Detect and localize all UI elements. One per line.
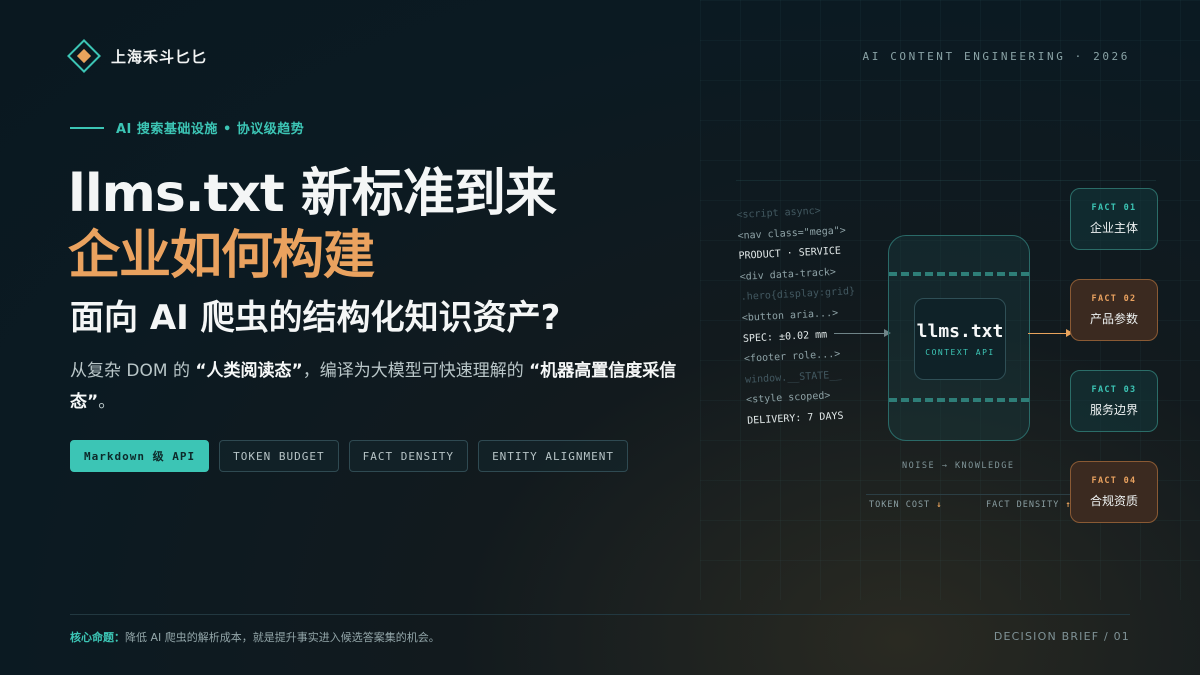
description-part-2: ，编译为大模型可快速理解的: [302, 361, 530, 381]
engine-dash-top: [889, 272, 1029, 276]
footer-key-text: 降低 AI 爬虫的解析成本，就是提升事实进入候选答案集的机会。: [125, 631, 440, 644]
tag-markdown-api[interactable]: Markdown 级 API: [70, 440, 210, 472]
fact-label: 产品参数: [1089, 311, 1138, 326]
fact-label: 服务边界: [1089, 402, 1138, 417]
llms-txt-core: llms.txt CONTEXT API: [914, 298, 1006, 380]
fact-id: FACT 03: [1091, 384, 1137, 395]
tag-token-budget[interactable]: TOKEN BUDGET: [219, 440, 339, 472]
arrow-down-icon: ↓: [936, 500, 943, 510]
fact-id: FACT 01: [1091, 202, 1137, 213]
diamond-logo-icon: [66, 38, 102, 74]
tag-entity-alignment[interactable]: ENTITY ALIGNMENT: [478, 440, 629, 472]
metric-fact-density: FACT DENSITY ↑: [986, 500, 1072, 510]
fact-label: 合规资质: [1089, 493, 1138, 508]
footer-key-label: 核心命题：: [70, 631, 125, 644]
core-title: llms.txt: [916, 321, 1004, 342]
fact-card-04: FACT 04 合规资质: [1070, 461, 1158, 523]
kicker: AI 搜索基础设施 • 协议级趋势: [70, 118, 304, 137]
footer-key-statement: 核心命题：降低 AI 爬虫的解析成本，就是提升事实进入候选答案集的机会。: [70, 629, 440, 645]
description-part-1: 从复杂 DOM 的: [70, 361, 196, 381]
fact-card-03: FACT 03 服务边界: [1070, 370, 1158, 432]
fact-card-01: FACT 01 企业主体: [1070, 188, 1158, 250]
header-tagline: AI CONTENT ENGINEERING · 2026: [862, 50, 1130, 63]
output-arrow-icon: [1028, 329, 1073, 337]
metric-divider: [866, 494, 1072, 495]
headline-line-3: 面向 AI 爬虫的结构化知识资产?: [70, 298, 561, 338]
footer-page-label: DECISION BRIEF / 01: [993, 630, 1130, 643]
metric-token-label: TOKEN COST: [869, 500, 931, 510]
metric-token-cost: TOKEN COST ↓: [869, 500, 942, 510]
headline-line-2: 企业如何构建: [68, 226, 375, 286]
description: 从复杂 DOM 的 “人类阅读态”，编译为大模型可快速理解的 “机器高置信度采信…: [70, 356, 680, 418]
fact-card-02: FACT 02 产品参数: [1070, 279, 1158, 341]
footer-divider: [70, 614, 1130, 615]
core-subtitle: CONTEXT API: [925, 348, 995, 357]
input-arrow-icon: [834, 329, 891, 337]
tag-fact-density[interactable]: FACT DENSITY: [348, 440, 469, 472]
metric-fact-label: FACT DENSITY: [986, 500, 1060, 510]
engine-dash-bottom: [889, 398, 1029, 402]
kicker-line: [70, 126, 104, 129]
description-part-3: 。: [98, 392, 116, 412]
dom-noise-code-list: <script async> <nav class="mega"> PRODUC…: [736, 200, 862, 432]
fact-label: 企业主体: [1089, 220, 1138, 235]
headline-line-1: llms.txt 新标准到来: [68, 164, 557, 224]
fact-id: FACT 02: [1091, 293, 1137, 304]
diagram-guide-line: [736, 180, 1156, 181]
brand-name: 上海禾斗匕匕: [111, 47, 208, 66]
tag-list: Markdown 级 API TOKEN BUDGET FACT DENSITY…: [70, 440, 629, 472]
noise-to-knowledge-label: NOISE → KNOWLEDGE: [902, 461, 1015, 471]
brand-logo: 上海禾斗匕匕: [66, 38, 207, 74]
description-bold-1: “人类阅读态”: [195, 361, 303, 381]
fact-id: FACT 04: [1091, 475, 1137, 486]
kicker-text: AI 搜索基础设施 • 协议级趋势: [116, 122, 305, 137]
